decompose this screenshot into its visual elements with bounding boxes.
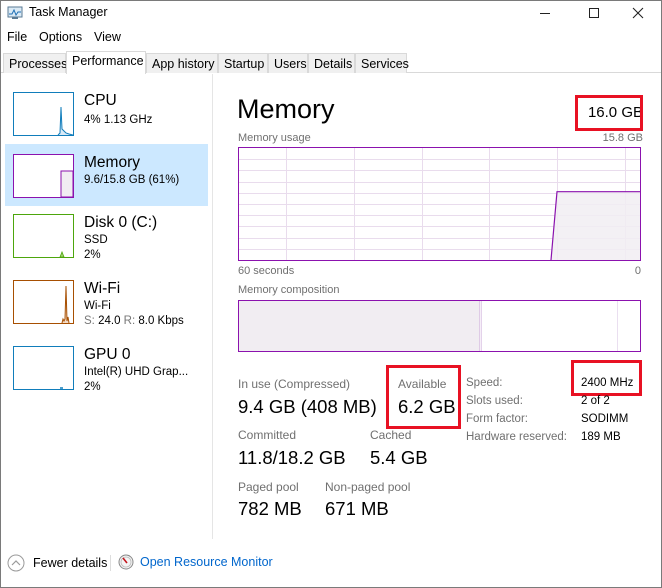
tab-performance[interactable]: Performance	[66, 51, 146, 74]
highlight-box-available	[386, 365, 461, 429]
close-button[interactable]	[615, 1, 661, 25]
fewer-details-button[interactable]: Fewer details	[7, 554, 107, 572]
wifi-title: Wi-Fi	[84, 280, 121, 297]
wifi-thumbnail-graph	[13, 280, 74, 324]
paged-pool-label: Paged pool	[238, 480, 299, 494]
footer-bar: Fewer details Open Resource Monitor	[1, 551, 661, 579]
composition-free	[617, 301, 640, 351]
tab-startup[interactable]: Startup	[218, 53, 268, 73]
nonpaged-pool-label: Non-paged pool	[325, 480, 411, 494]
sidebar-item-memory[interactable]: Memory 9.6/15.8 GB (61%)	[5, 144, 208, 206]
sidebar-item-disk[interactable]: Disk 0 (C:) SSD 2%	[5, 206, 208, 268]
disk-usage: 2%	[84, 249, 101, 261]
memory-composition-bar	[238, 300, 641, 352]
graph-axis-right: 0	[634, 265, 641, 277]
resource-monitor-label: Open Resource Monitor	[140, 555, 273, 569]
memory-usage-max: 15.8 GB	[602, 132, 643, 144]
sidebar-item-wifi[interactable]: Wi-Fi Wi-Fi S: 24.0 R: 8.0 Kbps	[5, 272, 208, 334]
gpu-usage: 2%	[84, 381, 101, 393]
memory-thumbnail-graph	[13, 154, 74, 198]
form-factor-label: Form factor:	[466, 413, 528, 425]
tab-services[interactable]: Services	[355, 53, 409, 73]
memory-composition-label: Memory composition	[238, 284, 340, 296]
highlight-box-speed	[571, 360, 642, 396]
gpu-thumbnail-graph	[13, 346, 74, 390]
close-icon	[632, 7, 644, 19]
footer-divider	[110, 555, 111, 571]
cached-value: 5.4 GB	[370, 447, 428, 468]
memory-usage-label: Memory usage	[238, 132, 311, 144]
chevron-up-circle-icon	[7, 554, 25, 572]
menu-view[interactable]: View	[94, 30, 121, 44]
tab-details[interactable]: Details	[308, 53, 355, 73]
cached-label: Cached	[370, 428, 412, 442]
composition-in-use	[239, 301, 480, 351]
memory-usage-chart	[239, 148, 640, 261]
tab-processes[interactable]: Processes	[3, 53, 67, 73]
composition-standby	[481, 301, 618, 351]
fewer-details-label: Fewer details	[33, 556, 108, 570]
tab-bar: Processes Performance App history Startu…	[1, 51, 661, 74]
disk-type: SSD	[84, 234, 108, 246]
disk-title: Disk 0 (C:)	[84, 214, 158, 231]
in-use-value: 9.4 GB (408 MB)	[238, 396, 377, 417]
sidebar-item-gpu[interactable]: GPU 0 Intel(R) UHD Grap... 2%	[5, 338, 208, 400]
menu-options[interactable]: Options	[39, 30, 82, 44]
memory-title: Memory	[84, 154, 140, 171]
form-factor-value: SODIMM	[581, 413, 629, 425]
wifi-send-value: 24.0	[98, 315, 121, 327]
usage-area	[551, 191, 640, 260]
speed-label: Speed:	[466, 377, 503, 389]
graph-axis-left: 60 seconds	[238, 265, 295, 277]
committed-label: Committed	[238, 428, 297, 442]
paged-pool-value: 782 MB	[238, 498, 302, 519]
highlight-box-total	[575, 95, 643, 131]
memory-usage: 9.6/15.8 GB (61%)	[84, 174, 180, 186]
cpu-thumbnail-graph	[13, 92, 74, 136]
slots-used-value: 2 of 2	[581, 395, 610, 407]
hardware-reserved-value: 189 MB	[581, 431, 621, 443]
wifi-adapter: Wi-Fi	[84, 300, 111, 312]
tab-app-history[interactable]: App history	[146, 53, 218, 73]
wifi-receive-label: R:	[123, 315, 136, 327]
wifi-throughput: S: 24.0 R: 8.0 Kbps	[84, 315, 184, 327]
in-use-label: In use (Compressed)	[238, 377, 351, 391]
window-title: Task Manager	[29, 5, 108, 19]
page-title: Memory	[237, 94, 335, 124]
task-manager-icon	[7, 6, 23, 20]
open-resource-monitor-link[interactable]: Open Resource Monitor	[118, 554, 273, 570]
task-manager-window: Task Manager File Options View Processes…	[0, 0, 662, 588]
memory-usage-graph	[238, 147, 641, 261]
wifi-send-label: S:	[84, 315, 95, 327]
sidebar-item-cpu[interactable]: CPU 4% 1.13 GHz	[5, 84, 208, 146]
minimize-button[interactable]	[522, 1, 568, 25]
tab-users[interactable]: Users	[268, 53, 308, 73]
cpu-title: CPU	[84, 92, 117, 109]
hardware-reserved-label: Hardware reserved:	[466, 431, 567, 443]
slots-used-label: Slots used:	[466, 395, 523, 407]
cpu-usage: 4% 1.13 GHz	[84, 114, 153, 126]
gpu-title: GPU 0	[84, 346, 131, 363]
minimize-icon	[540, 13, 550, 14]
resource-sidebar: CPU 4% 1.13 GHz Memory 9.6/15.8 GB (61%)…	[1, 74, 213, 539]
title-bar: Task Manager	[1, 1, 661, 25]
wifi-receive-value: 8.0 Kbps	[138, 315, 184, 327]
gpu-model: Intel(R) UHD Grap...	[84, 366, 189, 378]
maximize-icon	[589, 8, 599, 18]
disk-thumbnail-graph	[13, 214, 74, 258]
nonpaged-pool-value: 671 MB	[325, 498, 389, 519]
maximize-button[interactable]	[571, 1, 617, 25]
committed-value: 11.8/18.2 GB	[238, 447, 346, 468]
memory-composition-chart	[239, 301, 640, 351]
menu-file[interactable]: File	[7, 30, 27, 44]
resource-monitor-icon	[118, 554, 134, 570]
